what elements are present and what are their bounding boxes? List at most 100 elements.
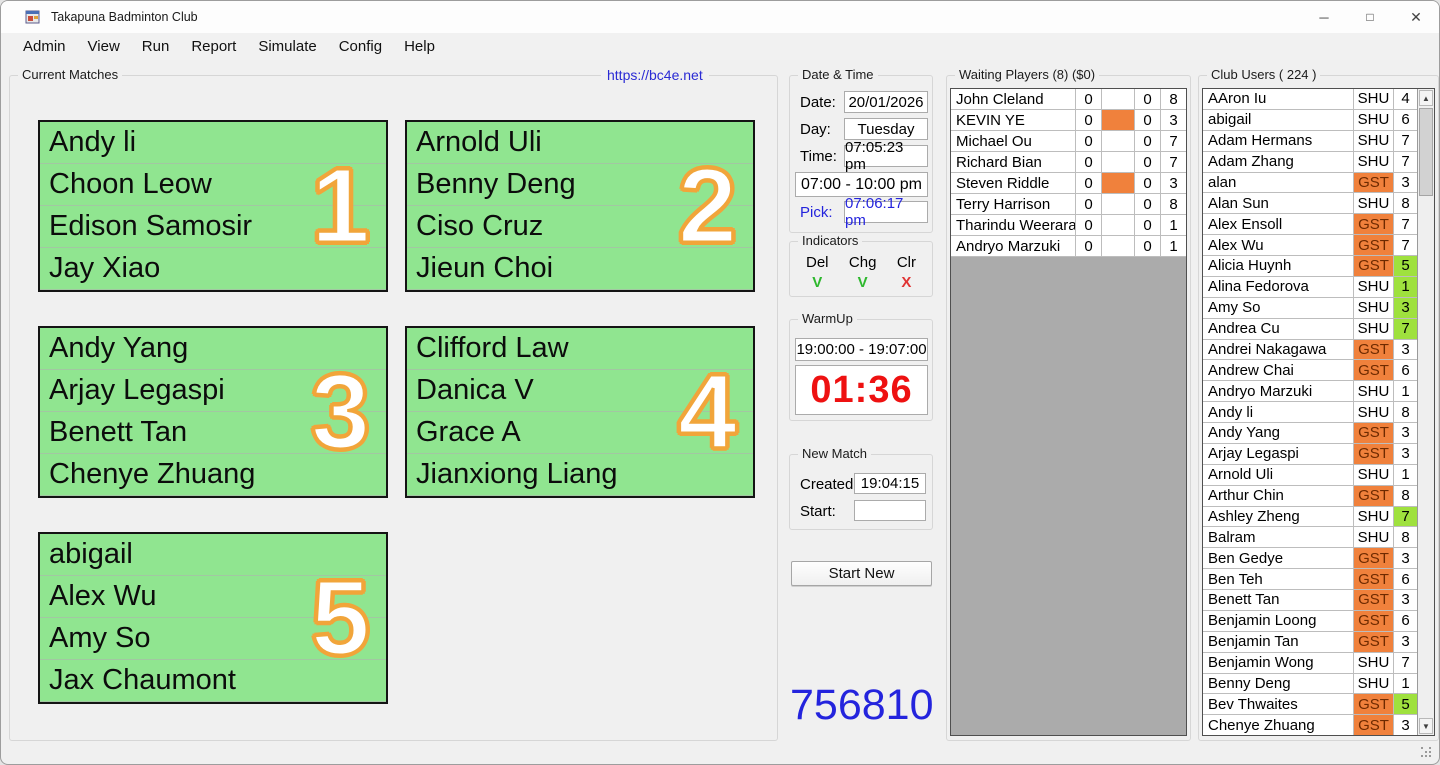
club-user-type-badge: GST bbox=[1354, 611, 1394, 631]
club-user-name: Andrei Nakagawa bbox=[1203, 340, 1354, 360]
indicator-chg: Chg V bbox=[849, 254, 877, 291]
waiting-flag-cell bbox=[1102, 194, 1135, 214]
club-user-type-badge: GST bbox=[1354, 214, 1394, 234]
indicator-label: Del bbox=[806, 254, 829, 271]
table-row[interactable]: Arnold UliSHU1 bbox=[1203, 465, 1417, 486]
table-row[interactable]: Benett TanGST3 bbox=[1203, 590, 1417, 611]
warmup-countdown-box: 01:36 bbox=[795, 365, 928, 415]
table-row[interactable]: Ashley ZhengSHU7 bbox=[1203, 507, 1417, 528]
table-row[interactable]: Benny DengSHU1 bbox=[1203, 674, 1417, 695]
table-row[interactable]: Bev ThwaitesGST5 bbox=[1203, 694, 1417, 715]
club-user-number: 3 bbox=[1394, 340, 1417, 360]
created-label: Created: bbox=[800, 476, 858, 493]
table-row[interactable]: Alex EnsollGST7 bbox=[1203, 214, 1417, 235]
table-row[interactable]: Steven Riddle003 bbox=[951, 173, 1186, 194]
club-user-type-badge: GST bbox=[1354, 256, 1394, 276]
match-panel-5[interactable]: abigailAlex WuAmy SoJax Chaumont5 bbox=[38, 532, 388, 704]
table-row[interactable]: Ben TehGST6 bbox=[1203, 569, 1417, 590]
waiting-col-3: 7 bbox=[1161, 152, 1186, 172]
created-field[interactable]: 19:04:15 bbox=[854, 473, 926, 494]
table-row[interactable]: Andryo MarzukiSHU1 bbox=[1203, 381, 1417, 402]
table-row[interactable]: John Cleland008 bbox=[951, 89, 1186, 110]
table-row[interactable]: BalramSHU8 bbox=[1203, 527, 1417, 548]
scrollbar-thumb[interactable] bbox=[1419, 108, 1433, 196]
menu-item-config[interactable]: Config bbox=[328, 34, 393, 59]
resize-grip[interactable] bbox=[1421, 747, 1433, 759]
table-row[interactable]: Arthur ChinGST8 bbox=[1203, 486, 1417, 507]
table-row[interactable]: Adam HermansSHU7 bbox=[1203, 131, 1417, 152]
menu-item-view[interactable]: View bbox=[77, 34, 131, 59]
club-user-type-badge: GST bbox=[1354, 548, 1394, 568]
maximize-button[interactable]: □ bbox=[1347, 1, 1393, 33]
table-row[interactable]: Benjamin TanGST3 bbox=[1203, 632, 1417, 653]
club-website-link[interactable]: https://bc4e.net bbox=[601, 67, 709, 83]
table-row[interactable]: Richard Bian007 bbox=[951, 152, 1186, 173]
table-row[interactable]: Andrea CuSHU7 bbox=[1203, 319, 1417, 340]
table-row[interactable]: Michael Ou007 bbox=[951, 131, 1186, 152]
table-row[interactable]: AAron IuSHU4 bbox=[1203, 89, 1417, 110]
window-title: Takapuna Badminton Club bbox=[51, 10, 198, 24]
indicator-mark: V bbox=[858, 274, 868, 291]
scroll-up-icon[interactable]: ▲ bbox=[1419, 90, 1433, 106]
menu-item-admin[interactable]: Admin bbox=[12, 34, 77, 59]
table-row[interactable]: Andryo Marzuki001 bbox=[951, 236, 1186, 257]
waiting-col-2: 0 bbox=[1135, 152, 1161, 172]
club-user-number: 8 bbox=[1394, 486, 1417, 506]
table-row[interactable]: Benjamin LoongGST6 bbox=[1203, 611, 1417, 632]
menu-item-report[interactable]: Report bbox=[180, 34, 247, 59]
scroll-down-icon[interactable]: ▼ bbox=[1419, 718, 1433, 734]
session-hours-field[interactable]: 07:00 - 10:00 pm bbox=[795, 172, 928, 197]
table-row[interactable]: Arjay LegaspiGST3 bbox=[1203, 444, 1417, 465]
menu-item-help[interactable]: Help bbox=[393, 34, 446, 59]
start-new-button[interactable]: Start New bbox=[791, 561, 932, 586]
waiting-flag-cell bbox=[1102, 236, 1135, 256]
match-panel-3[interactable]: Andy YangArjay LegaspiBenett TanChenye Z… bbox=[38, 326, 388, 498]
table-row[interactable]: Andrei NakagawaGST3 bbox=[1203, 340, 1417, 361]
waiting-player-name: Richard Bian bbox=[951, 152, 1076, 172]
table-row[interactable]: Chenye ZhuangGST3 bbox=[1203, 715, 1417, 735]
table-row[interactable]: abigailSHU6 bbox=[1203, 110, 1417, 131]
table-row[interactable]: Tharindu Weeraratne001 bbox=[951, 215, 1186, 236]
match-panel-2[interactable]: Arnold UliBenny DengCiso CruzJieun Choi2 bbox=[405, 120, 755, 292]
start-field[interactable] bbox=[854, 500, 926, 521]
table-row[interactable]: Alex WuGST7 bbox=[1203, 235, 1417, 256]
day-field[interactable]: Tuesday bbox=[844, 118, 928, 140]
minimize-button[interactable]: ─ bbox=[1301, 1, 1347, 33]
club-user-name: Andrea Cu bbox=[1203, 319, 1354, 339]
club-user-number: 3 bbox=[1394, 423, 1417, 443]
table-row[interactable]: alanGST3 bbox=[1203, 173, 1417, 194]
date-field[interactable]: 20/01/2026 bbox=[844, 91, 928, 113]
club-user-number: 6 bbox=[1394, 360, 1417, 380]
club-user-type-badge: SHU bbox=[1354, 653, 1394, 673]
club-users-scrollbar[interactable]: ▲ ▼ bbox=[1417, 89, 1434, 735]
table-row[interactable]: Ben GedyeGST3 bbox=[1203, 548, 1417, 569]
pick-time-field[interactable]: 07:06:17 pm bbox=[844, 201, 928, 223]
table-row[interactable]: Benjamin WongSHU7 bbox=[1203, 653, 1417, 674]
table-row[interactable]: Amy SoSHU3 bbox=[1203, 298, 1417, 319]
waiting-player-name: Michael Ou bbox=[951, 131, 1076, 151]
time-field[interactable]: 07:05:23 pm bbox=[844, 145, 928, 167]
table-row[interactable]: Alina FedorovaSHU1 bbox=[1203, 277, 1417, 298]
table-row[interactable]: Andrew ChaiGST6 bbox=[1203, 360, 1417, 381]
close-button[interactable]: ✕ bbox=[1393, 1, 1439, 33]
club-user-number: 8 bbox=[1394, 402, 1417, 422]
table-row[interactable]: Adam ZhangSHU7 bbox=[1203, 152, 1417, 173]
match-panel-1[interactable]: Andy liChoon LeowEdison SamosirJay Xiao1 bbox=[38, 120, 388, 292]
table-row[interactable]: KEVIN YE003 bbox=[951, 110, 1186, 131]
table-row[interactable]: Terry Harrison008 bbox=[951, 194, 1186, 215]
club-user-name: Adam Zhang bbox=[1203, 152, 1354, 172]
club-user-number: 3 bbox=[1394, 548, 1417, 568]
table-row[interactable]: Andy liSHU8 bbox=[1203, 402, 1417, 423]
table-row[interactable]: Andy YangGST3 bbox=[1203, 423, 1417, 444]
club-user-name: Amy So bbox=[1203, 298, 1354, 318]
indicators-title: Indicators bbox=[798, 233, 862, 248]
waiting-col-3: 3 bbox=[1161, 110, 1186, 130]
table-row[interactable]: Alicia HuynhGST5 bbox=[1203, 256, 1417, 277]
table-row[interactable]: Alan SunSHU8 bbox=[1203, 193, 1417, 214]
match-panel-4[interactable]: Clifford LawDanica VGrace AJianxiong Lia… bbox=[405, 326, 755, 498]
menu-item-simulate[interactable]: Simulate bbox=[247, 34, 327, 59]
indicator-label: Chg bbox=[849, 254, 877, 271]
indicator-del: DelV bbox=[806, 254, 829, 291]
menu-item-run[interactable]: Run bbox=[131, 34, 181, 59]
app-window: Takapuna Badminton Club ─ □ ✕ AdminViewR… bbox=[0, 0, 1440, 765]
